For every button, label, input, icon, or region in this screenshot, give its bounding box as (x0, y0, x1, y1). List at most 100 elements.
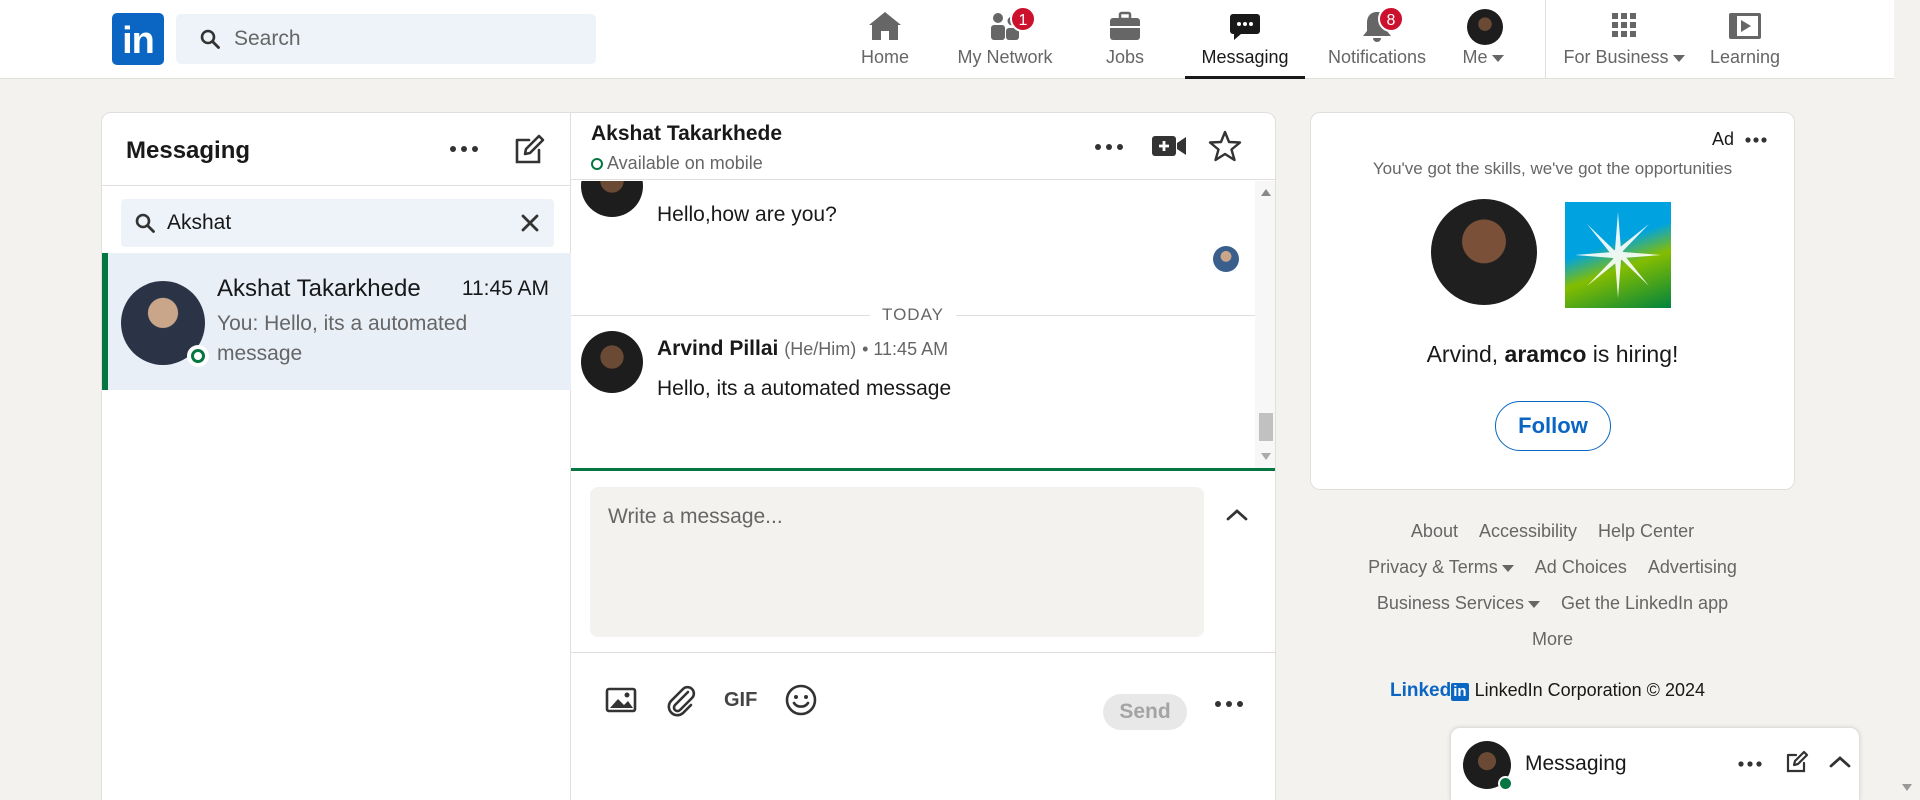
nav-for-business-label: For Business (1560, 47, 1688, 68)
star-icon[interactable] (1208, 129, 1242, 163)
message-time: • 11:45 AM (862, 339, 949, 359)
corporation-line: Linked in LinkedIn Corporation © 2024 (1390, 680, 1705, 702)
home-icon (869, 12, 901, 40)
conversation-search[interactable]: Akshat (121, 199, 554, 247)
compose-toolbar: GIF Send (571, 654, 1275, 754)
footer-link-ad-choices[interactable]: Ad Choices (1535, 557, 1627, 577)
chevron-up-icon[interactable] (1828, 752, 1852, 772)
scroll-down-arrow-icon[interactable] (1261, 453, 1271, 460)
sender-name: Arvind Pillai (657, 337, 779, 360)
avatar (1467, 9, 1503, 45)
aramco-logo-icon (1575, 212, 1661, 298)
ad-label: Ad (1711, 129, 1734, 149)
nav-me-label: Me (1455, 47, 1511, 68)
footer-link-more[interactable]: More (1532, 629, 1573, 649)
footer-link-privacy-terms[interactable]: Privacy & Terms (1368, 557, 1514, 577)
conversation-snippet: You: Hello, its a automated message (217, 312, 468, 365)
notifications-badge: 8 (1378, 6, 1404, 32)
list-item[interactable]: Akshat Takarkhede 11:45 AM You: Hello, i… (102, 253, 571, 390)
linkedin-wordmark-box: in (1451, 683, 1469, 701)
search-input[interactable] (234, 14, 574, 64)
close-icon[interactable] (518, 211, 542, 235)
chat-pane: Akshat Takarkhede Available on mobile He… (571, 113, 1275, 800)
nav-my-network[interactable]: 1 My Network (952, 0, 1058, 79)
avatar (1431, 199, 1537, 305)
ad-hiring-prefix: Arvind, (1426, 341, 1505, 367)
grid-icon (1612, 13, 1636, 37)
message-input[interactable] (590, 487, 1204, 637)
avatar (581, 181, 643, 217)
avatar (581, 331, 643, 393)
nav-home-label: Home (860, 47, 909, 67)
scroll-up-arrow-icon[interactable] (1261, 189, 1271, 196)
more-options-icon[interactable] (446, 137, 482, 161)
messaging-header: Messaging (102, 113, 570, 186)
scrollbar-thumb[interactable] (1259, 413, 1273, 441)
footer-link-advertising[interactable]: Advertising (1648, 557, 1737, 577)
conversation-search-input[interactable]: Akshat (167, 211, 231, 235)
compose-icon[interactable] (512, 133, 546, 167)
day-separator: TODAY (571, 305, 1255, 325)
online-status-icon (591, 158, 603, 170)
footer-link-business-services[interactable]: Business Services (1377, 593, 1540, 613)
footer-link-get-app[interactable]: Get the LinkedIn app (1561, 593, 1728, 613)
chevron-up-icon[interactable] (1224, 505, 1250, 525)
nav-messaging[interactable]: Messaging (1185, 0, 1305, 79)
conversation-name: Akshat Takarkhede (217, 275, 421, 302)
more-options-icon[interactable] (1737, 756, 1763, 772)
nav-my-network-label: My Network (957, 47, 1053, 67)
message-body: Hello,how are you? (657, 203, 837, 226)
footer-link-about[interactable]: About (1411, 521, 1458, 541)
page-scroll-down-arrow-icon[interactable] (1902, 784, 1912, 791)
nav-notifications[interactable]: 8 Notifications (1312, 0, 1442, 79)
nav-jobs[interactable]: Jobs (1085, 0, 1165, 79)
linkedin-logo[interactable]: in (112, 13, 164, 65)
messaging-dock[interactable]: Messaging (1450, 727, 1860, 800)
footer-links: About Accessibility Help Center Privacy … (1310, 516, 1795, 660)
compose-icon[interactable] (1785, 750, 1809, 774)
chevron-down-icon (1501, 564, 1514, 572)
sender-pronouns: (He/Him) (784, 339, 857, 359)
footer-link-business-services-label: Business Services (1376, 593, 1524, 613)
chevron-down-icon (1672, 54, 1685, 62)
ad-card: Ad You've got the skills, we've got the … (1310, 112, 1795, 490)
conversation-list-pane: Messaging Akshat Akshat Takarkhede 11:45… (102, 113, 571, 800)
search-icon (135, 213, 155, 233)
nav-learning-label: Learning (1709, 47, 1781, 67)
thread-scrollbar[interactable] (1255, 181, 1275, 468)
linkedin-wordmark: Linked (1390, 680, 1452, 701)
footer-link-accessibility[interactable]: Accessibility (1479, 521, 1577, 541)
image-icon[interactable] (601, 680, 641, 720)
global-search[interactable] (176, 14, 596, 64)
nav-me[interactable]: Me (1455, 0, 1511, 79)
video-call-icon[interactable] (1151, 131, 1187, 161)
emoji-icon[interactable] (781, 680, 821, 720)
nav-notifications-label: Notifications (1327, 47, 1427, 67)
nav-divider (1545, 0, 1546, 79)
chat-contact-name[interactable]: Akshat Takarkhede (591, 122, 782, 146)
message-sender[interactable]: Arvind Pillai (He/Him) • 11:45 AM (657, 337, 948, 361)
footer-link-help-center[interactable]: Help Center (1598, 521, 1694, 541)
attachment-icon[interactable] (661, 680, 701, 720)
send-button[interactable]: Send (1103, 694, 1187, 730)
gif-button[interactable]: GIF (724, 689, 757, 712)
nav-home[interactable]: Home (845, 0, 925, 79)
nav-me-text: Me (1462, 47, 1488, 67)
more-options-icon[interactable] (1744, 133, 1768, 147)
nav-learning[interactable]: Learning (1705, 0, 1785, 79)
chevron-down-icon (1527, 600, 1540, 608)
messaging-card: Messaging Akshat Akshat Takarkhede 11:45… (101, 112, 1276, 800)
company-logo (1565, 202, 1671, 308)
ad-company-name: aramco (1504, 341, 1587, 367)
nav-for-business-text: For Business (1563, 47, 1669, 67)
message-thread: Hello,how are you? TODAY Arvind Pillai (… (571, 181, 1275, 468)
ad-subtitle: You've got the skills, we've got the opp… (1372, 159, 1733, 178)
nav-for-business[interactable]: For Business (1560, 0, 1688, 79)
more-options-icon[interactable] (1211, 692, 1247, 716)
chat-contact-status: Available on mobile (607, 153, 763, 173)
global-nav: in Home 1 My Network Jobs Messaging 8 No… (0, 0, 1894, 79)
more-options-icon[interactable] (1091, 135, 1127, 159)
follow-button[interactable]: Follow (1495, 401, 1611, 451)
conversation-time: 11:45 AM (461, 277, 549, 300)
footer-link-privacy-terms-label: Privacy & Terms (1368, 557, 1498, 577)
